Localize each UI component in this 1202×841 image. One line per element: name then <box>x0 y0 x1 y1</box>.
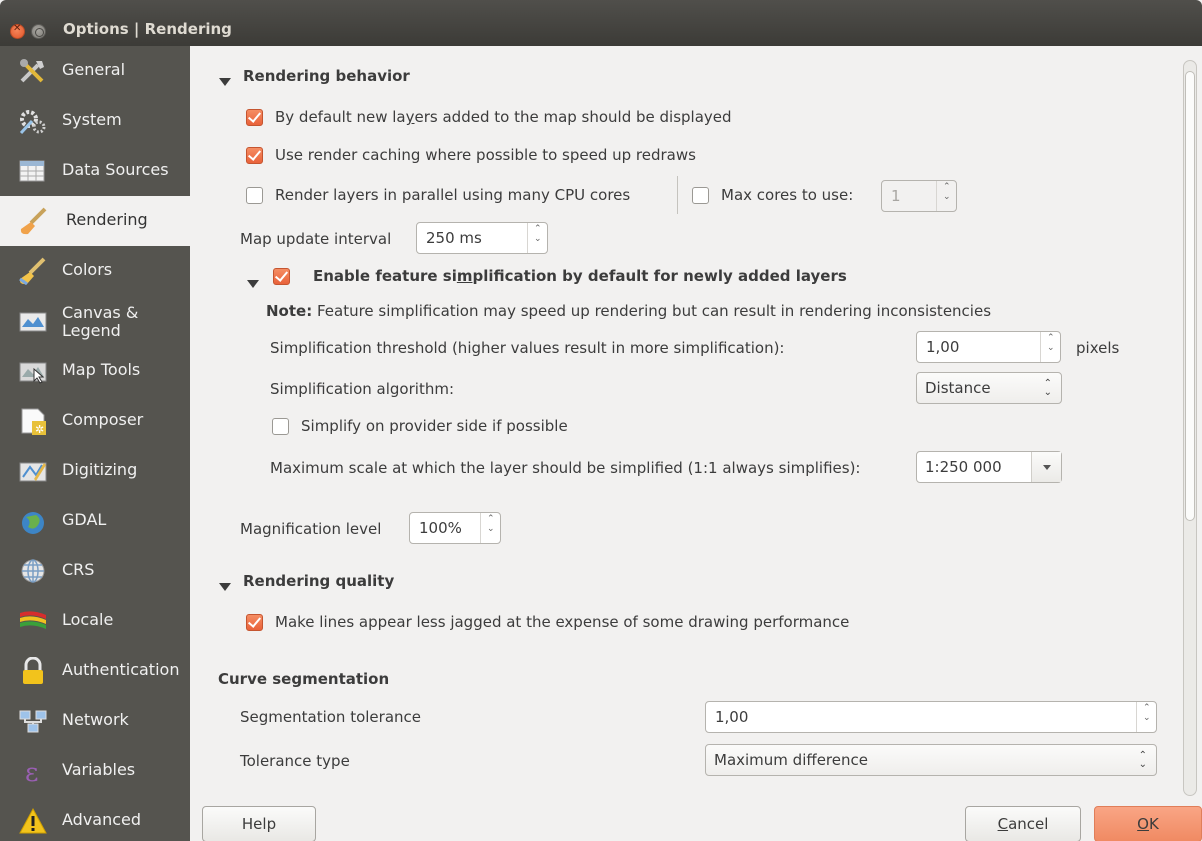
simplify-provider-side-checkbox[interactable] <box>272 418 289 435</box>
antialias-label: Make lines appear less jagged at the exp… <box>275 613 850 631</box>
max-scale-label: Maximum scale at which the layer should … <box>270 459 861 477</box>
simplify-provider-side-label: Simplify on provider side if possible <box>301 417 568 435</box>
collapse-arrow-icon[interactable] <box>247 274 259 292</box>
render-parallel-label: Render layers in parallel using many CPU… <box>275 186 631 204</box>
table-icon <box>19 160 45 182</box>
group-title-rendering-behavior: Rendering behavior <box>243 67 410 85</box>
map-tools-icon <box>19 362 47 384</box>
collapse-arrow-icon[interactable] <box>219 72 231 90</box>
options-sidebar: General System Data Sources Rendering Co… <box>0 46 190 841</box>
epsilon-icon: ε <box>25 758 38 785</box>
sidebar-item-canvas-legend[interactable]: Canvas & Legend <box>0 296 190 346</box>
sidebar-item-rendering[interactable]: Rendering <box>0 196 190 246</box>
lock-icon <box>23 657 43 684</box>
globe-icon <box>22 512 44 534</box>
max-scale-combobox[interactable]: 1:250 000 <box>916 451 1062 483</box>
canvas-icon <box>19 312 47 332</box>
chevron-down-icon[interactable] <box>1031 452 1061 482</box>
flag-icon <box>20 611 46 629</box>
network-icon <box>19 710 47 733</box>
group-title-rendering-quality: Rendering quality <box>243 572 395 590</box>
sidebar-item-general[interactable]: General <box>0 46 190 96</box>
simplification-threshold-label: Simplification threshold (higher values … <box>270 339 785 357</box>
minimize-window-button[interactable] <box>31 24 46 39</box>
antialias-checkbox[interactable] <box>246 614 263 631</box>
sidebar-item-authentication[interactable]: Authentication <box>0 646 190 696</box>
svg-text:✲: ✲ <box>35 423 44 435</box>
default-displayed-label: By default new layers added to the map s… <box>275 108 732 126</box>
sidebar-item-crs[interactable]: CRS <box>0 546 190 596</box>
composer-icon: ✲ <box>21 408 46 435</box>
max-cores-spinbox[interactable]: 1 <box>881 180 957 212</box>
simplification-algorithm-label: Simplification algorithm: <box>270 380 454 398</box>
help-button[interactable]: Help <box>202 806 316 841</box>
simplification-note: Note: Feature simplification may speed u… <box>266 302 992 320</box>
scrollbar-thumb[interactable] <box>1185 71 1195 521</box>
map-update-label: Map update interval <box>240 230 392 248</box>
tolerance-type-select[interactable]: Maximum difference ⌃ ⌄ <box>705 744 1157 776</box>
svg-text:ε: ε <box>25 758 38 785</box>
options-content: Rendering behavior By default new layers… <box>190 46 1202 808</box>
sidebar-item-digitizing[interactable]: Digitizing <box>0 446 190 496</box>
sidebar-item-advanced[interactable]: Advanced <box>0 796 190 841</box>
render-caching-checkbox[interactable] <box>246 147 263 164</box>
simplification-threshold-spinbox[interactable]: 1,00 <box>916 331 1061 363</box>
sidebar-item-network[interactable]: Network <box>0 696 190 746</box>
sidebar-item-variables[interactable]: ε Variables <box>0 746 190 796</box>
ok-button[interactable]: OK <box>1094 806 1202 841</box>
sidebar-item-data-sources[interactable]: Data Sources <box>0 146 190 196</box>
cancel-button[interactable]: Cancel <box>965 806 1081 841</box>
default-displayed-checkbox[interactable] <box>246 109 263 126</box>
segmentation-tolerance-label: Segmentation tolerance <box>240 708 421 726</box>
crs-globe-icon <box>21 559 45 583</box>
sidebar-item-composer[interactable]: ✲ Composer <box>0 396 190 446</box>
map-update-interval-spinbox[interactable]: 250 ms <box>416 222 548 254</box>
digitizing-icon <box>19 462 47 482</box>
title-bar: Options | Rendering <box>0 0 1202 46</box>
sidebar-item-system[interactable]: System <box>0 96 190 146</box>
vertical-scrollbar[interactable] <box>1183 60 1197 796</box>
sidebar-item-map-tools[interactable]: Map Tools <box>0 346 190 396</box>
segmentation-tolerance-spinbox[interactable]: 1,00 <box>705 701 1157 733</box>
sidebar-item-colors[interactable]: Colors <box>0 246 190 296</box>
window-title: Options | Rendering <box>63 20 232 38</box>
magnification-spinbox[interactable]: 100% <box>409 512 501 544</box>
simplification-algorithm-select[interactable]: Distance ⌃ ⌄ <box>916 372 1062 404</box>
enable-simplification-checkbox[interactable] <box>273 268 290 285</box>
warning-icon <box>19 807 47 834</box>
group-title-curve-segmentation: Curve segmentation <box>218 670 390 688</box>
paintbrush-icon <box>20 207 47 235</box>
sidebar-item-locale[interactable]: Locale <box>0 596 190 646</box>
sidebar-item-label: Canvas & <box>62 303 139 322</box>
collapse-arrow-icon[interactable] <box>219 577 231 595</box>
max-cores-label: Max cores to use: <box>721 186 854 204</box>
sidebar-item-gdal[interactable]: GDAL <box>0 496 190 546</box>
render-parallel-checkbox[interactable] <box>246 187 263 204</box>
tolerance-type-label: Tolerance type <box>240 752 350 770</box>
render-caching-label: Use render caching where possible to spe… <box>275 146 696 164</box>
separator <box>677 176 678 214</box>
color-brush-icon <box>19 257 46 285</box>
close-window-button[interactable] <box>10 23 25 39</box>
simplification-title: Enable feature simplification by default… <box>313 267 847 285</box>
magnification-label: Magnification level <box>240 520 382 538</box>
threshold-unit-label: pixels <box>1076 339 1120 357</box>
max-cores-checkbox[interactable] <box>692 187 709 204</box>
sidebar-item-label-line2: Legend <box>62 321 121 340</box>
gears-icon <box>19 110 46 135</box>
tools-icon <box>20 59 44 83</box>
